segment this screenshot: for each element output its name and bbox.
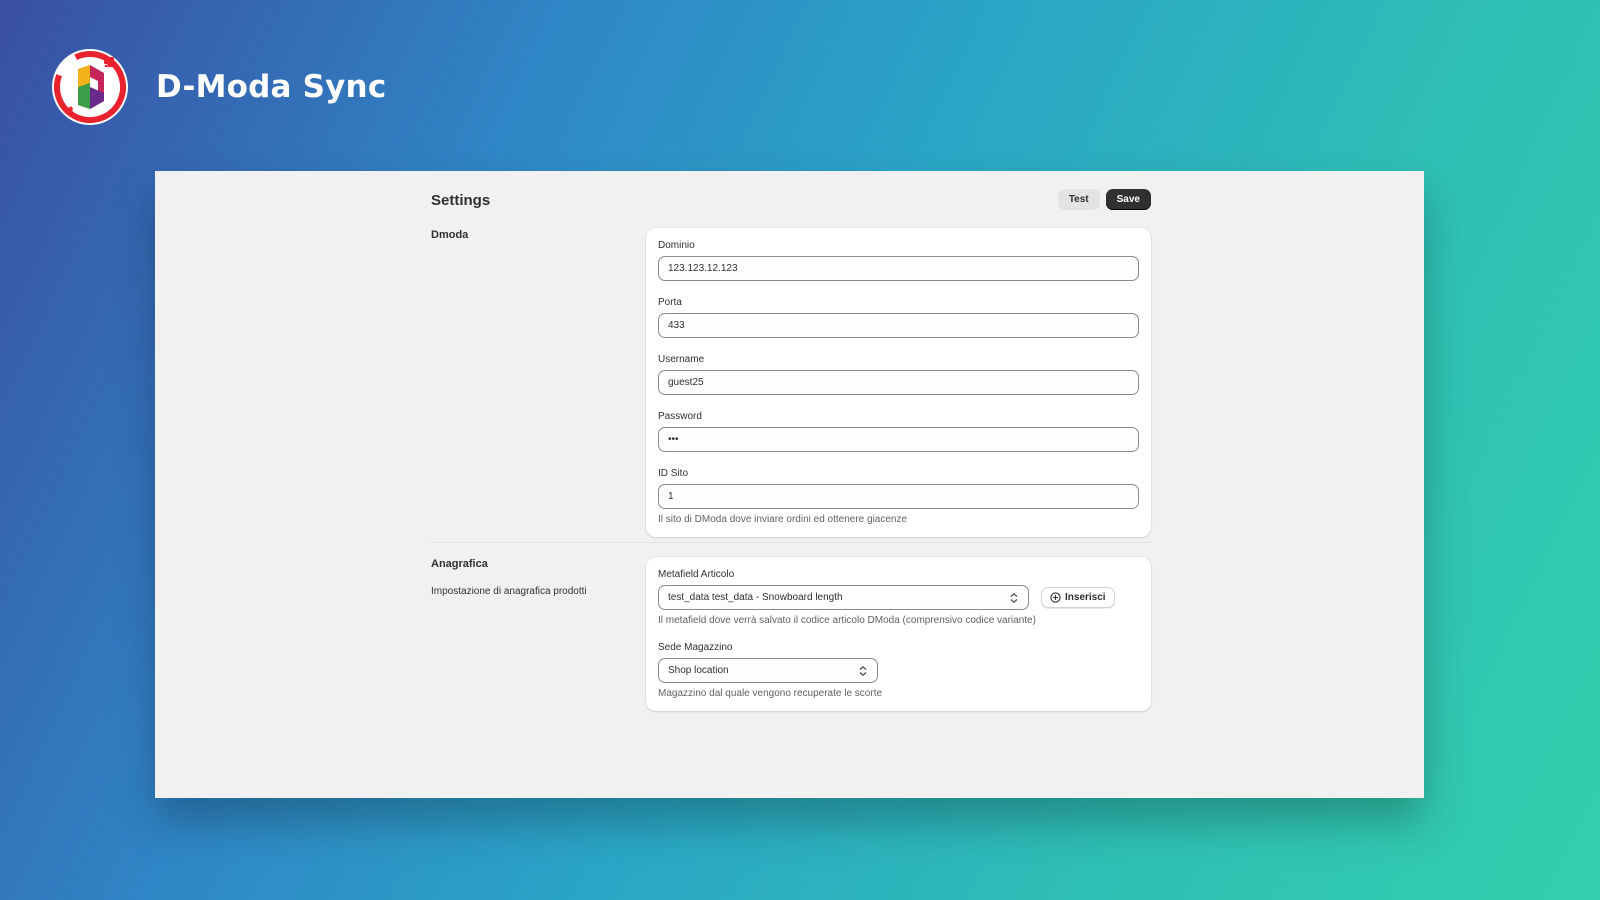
dominio-input[interactable]: [658, 256, 1139, 281]
settings-panel: Settings Test Save Dmoda Dominio Porta U…: [155, 171, 1424, 798]
username-label: Username: [658, 354, 705, 365]
sede-select[interactable]: Shop location: [658, 658, 878, 683]
metafield-label: Metafield Articolo: [658, 569, 735, 580]
dmoda-section-title: Dmoda: [431, 229, 469, 241]
anagrafica-description: Impostazione di anagrafica prodotti: [431, 586, 587, 597]
sede-help: Magazzino dal quale vengono recuperate l…: [658, 688, 883, 699]
dominio-label: Dominio: [658, 240, 695, 251]
insert-metafield-label: Inserisci: [1065, 592, 1106, 603]
porta-label: Porta: [658, 297, 682, 308]
anagrafica-card: Metafield Articolo test_data test_data -…: [646, 557, 1151, 711]
metafield-select[interactable]: test_data test_data - Snowboard length: [658, 585, 1029, 610]
dominio-field-group: Dominio: [658, 240, 1139, 281]
id-sito-help: Il sito di DModa dove inviare ordini ed …: [658, 514, 908, 525]
porta-field-group: Porta: [658, 297, 1139, 338]
test-button[interactable]: Test: [1057, 189, 1100, 210]
id-sito-input[interactable]: [658, 484, 1139, 509]
anagrafica-section-title: Anagrafica: [431, 558, 488, 570]
password-field-group: Password •••: [658, 411, 1139, 452]
metafield-select-value: test_data test_data - Snowboard length: [668, 592, 843, 603]
id-sito-label: ID Sito: [658, 468, 689, 479]
page-title: Settings: [431, 192, 491, 209]
password-label: Password: [658, 411, 702, 422]
metafield-help: Il metafield dove verrà salvato il codic…: [658, 615, 1036, 626]
dmoda-card: Dominio Porta Username Password ••• ID S…: [646, 228, 1151, 537]
metafield-field-group: Metafield Articolo test_data test_data -…: [658, 569, 1139, 626]
sede-label: Sede Magazzino: [658, 642, 733, 653]
select-chevron-icon: [859, 665, 867, 676]
id-sito-field-group: ID Sito Il sito di DModa dove inviare or…: [658, 468, 1139, 525]
page-actions: Test Save: [1057, 189, 1151, 210]
plus-circle-icon: [1050, 592, 1061, 603]
username-field-group: Username: [658, 354, 1139, 395]
d-moda-sync-logo-icon: [52, 49, 128, 125]
brand: D-Moda Sync: [50, 47, 386, 127]
sede-select-value: Shop location: [668, 665, 729, 676]
select-chevron-icon: [1010, 592, 1018, 603]
porta-input[interactable]: [658, 313, 1139, 338]
section-divider: [431, 542, 1151, 543]
metafield-row: test_data test_data - Snowboard length I…: [658, 585, 1139, 610]
save-button[interactable]: Save: [1105, 189, 1151, 210]
insert-metafield-button[interactable]: Inserisci: [1041, 587, 1115, 608]
sede-field-group: Sede Magazzino Shop location Magazzino d…: [658, 642, 1139, 699]
app-name: D-Moda Sync: [156, 69, 387, 105]
password-input[interactable]: •••: [658, 427, 1139, 452]
username-input[interactable]: [658, 370, 1139, 395]
